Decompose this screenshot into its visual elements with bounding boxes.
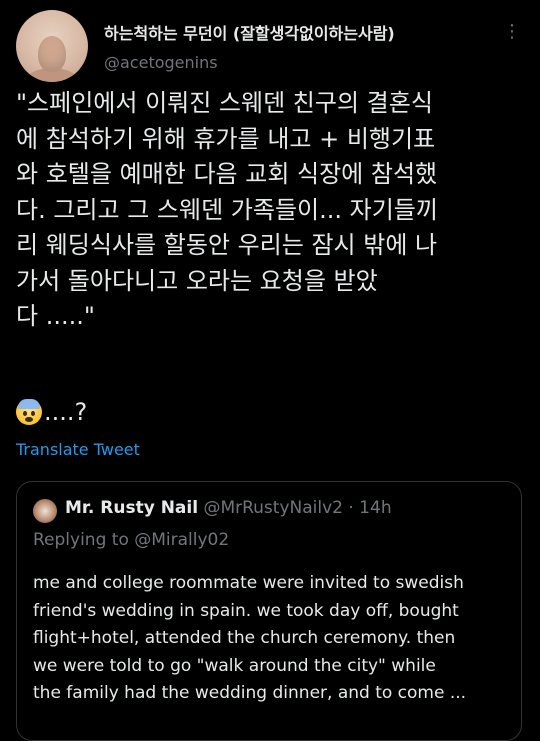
tweet-line: 리 웨딩식사를 할동안 우리는 잠시 밖에 나 <box>16 231 438 259</box>
quoted-tweet-header: Mr. Rusty Nail @MrRustyNailv2 · 14h <box>65 498 392 518</box>
author-avatar[interactable] <box>16 10 88 82</box>
tweet-line: 다 ....." <box>16 302 95 330</box>
replying-to-mention[interactable]: @Mirally02 <box>134 530 229 550</box>
tweet-line: 가서 돌아다니고 오라는 요청을 받았 <box>16 266 378 295</box>
translate-tweet-link[interactable]: Translate Tweet <box>16 440 140 459</box>
quoted-tweet-text: me and college roommate were invited to … <box>33 570 513 708</box>
tweet-text: "스페인에서 이뤄진 스웨덴 친구의 결혼식 에 참석하기 위해 휴가를 내고 … <box>16 86 528 335</box>
author-display-name[interactable]: 하는척하는 무던이 (잘할생각없이하는사람) <box>104 20 395 44</box>
tweet-line: 다. 그리고 그 스웨덴 가족들이... 자기들끼 <box>16 195 438 224</box>
quoted-tweet-line: me and college roommate were invited to … <box>33 573 464 593</box>
more-options-icon[interactable]: ⋮ <box>502 20 522 44</box>
replying-to-prefix: Replying to <box>33 530 129 550</box>
quoted-tweet-line: friend's wedding in spain. we took day o… <box>33 600 459 621</box>
avatar-face <box>38 36 66 72</box>
quoted-tweet-line: flight+hotel, attended the church ceremo… <box>33 628 456 648</box>
quoted-author-name: Mr. Rusty Nail <box>65 498 199 518</box>
replying-to-line: Replying to @Mirally02 <box>33 530 229 550</box>
quoted-tweet[interactable]: Mr. Rusty Nail @MrRustyNailv2 · 14h Repl… <box>16 481 522 741</box>
quoted-author-handle-time: @MrRustyNailv2 · 14h <box>203 498 392 518</box>
anxious-face-with-sweat-icon <box>16 399 42 425</box>
quoted-tweet-line: the family had the wedding dinner, and t… <box>33 683 467 703</box>
emoji-suffix-text: ....? <box>44 398 88 426</box>
quoted-author-avatar <box>33 499 57 523</box>
tweet-emoji-line: ....? <box>16 396 87 428</box>
tweet-line: "스페인에서 이뤄진 스웨덴 친구의 결혼식 <box>16 89 433 117</box>
quoted-tweet-line: we were told to go "walk around the city… <box>33 655 436 676</box>
tweet-line: 와 호텔을 예매한 다음 교회 식장에 참석했 <box>16 160 438 188</box>
author-handle[interactable]: @acetogenins <box>104 53 218 72</box>
tweet-line: 에 참석하기 위해 휴가를 내고 + 비행기표 <box>16 124 436 153</box>
